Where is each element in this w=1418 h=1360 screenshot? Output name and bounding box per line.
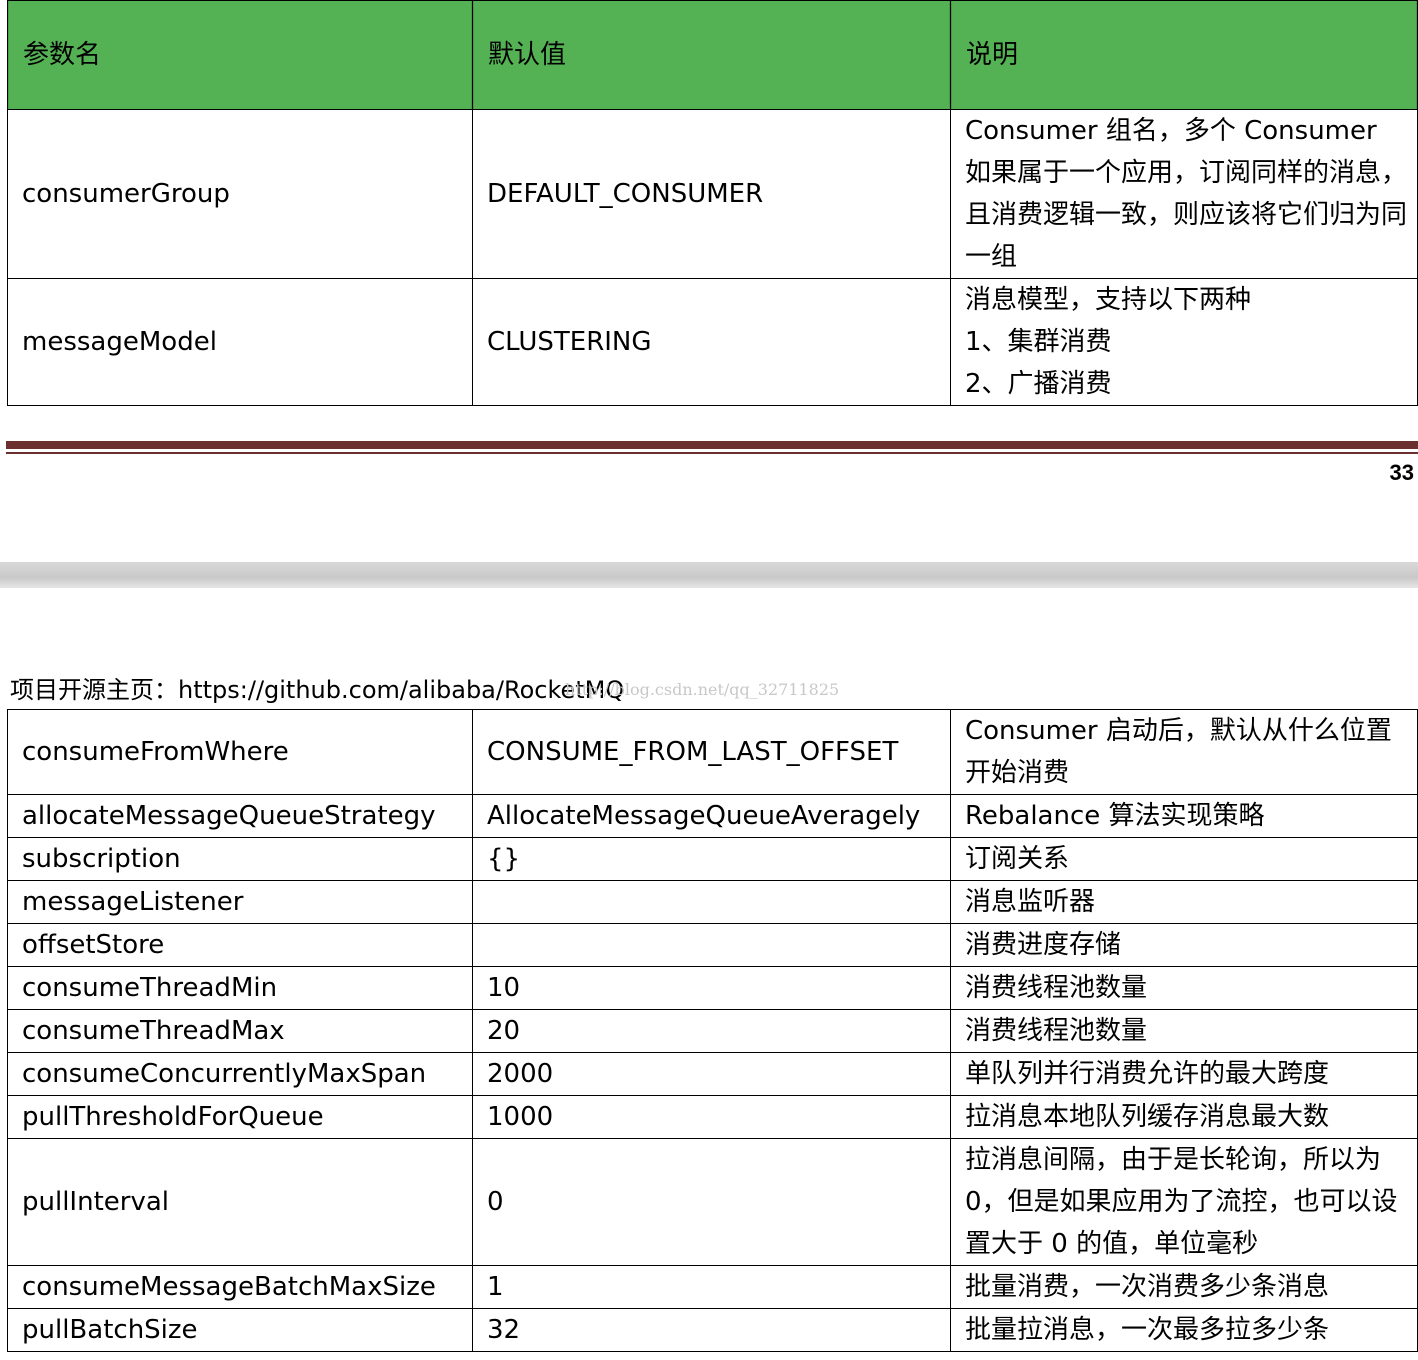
- page-header-project-url: 项目开源主页：https://github.com/alibaba/Rocket…: [10, 676, 625, 704]
- table-row: consumeConcurrentlyMaxSpan 2000 单队列并行消费允…: [7, 1052, 1418, 1096]
- param-name-cell: consumeMessageBatchMaxSize: [7, 1265, 473, 1309]
- header-description: 说明: [950, 0, 1418, 110]
- page-separator: [0, 562, 1418, 588]
- default-value-cell: 20: [472, 1009, 951, 1053]
- default-value-cell: [472, 923, 951, 967]
- header-default-value: 默认值: [472, 0, 951, 110]
- table-row: pullThresholdForQueue 1000 拉消息本地队列缓存消息最大…: [7, 1095, 1418, 1139]
- description-cell: 批量拉消息，一次最多拉多少条: [950, 1308, 1418, 1352]
- param-name-cell: allocateMessageQueueStrategy: [7, 794, 473, 838]
- default-value-cell: 32: [472, 1308, 951, 1352]
- param-name-cell: pullInterval: [7, 1138, 473, 1266]
- description-cell: 消息监听器: [950, 880, 1418, 924]
- table-row: consumeThreadMin 10 消费线程池数量: [7, 966, 1418, 1010]
- param-name-cell: messageListener: [7, 880, 473, 924]
- description-cell: 消费线程池数量: [950, 1009, 1418, 1053]
- description-line: 消息模型，支持以下两种: [965, 285, 1252, 315]
- table-row: consumerGroup DEFAULT_CONSUMER Consumer …: [7, 109, 1418, 279]
- description-cell: Consumer 启动后，默认从什么位置开始消费: [950, 709, 1418, 795]
- table-row: consumeMessageBatchMaxSize 1 批量消费，一次消费多少…: [7, 1265, 1418, 1309]
- default-value-cell: 0: [472, 1138, 951, 1266]
- parameter-table-bottom: consumeFromWhere CONSUME_FROM_LAST_OFFSE…: [7, 709, 1418, 1352]
- description-cell: 订阅关系: [950, 837, 1418, 881]
- description-cell: 消息模型，支持以下两种 1、集群消费 2、广播消费: [950, 278, 1418, 406]
- table-row: subscription {} 订阅关系: [7, 837, 1418, 881]
- default-value-cell: 2000: [472, 1052, 951, 1096]
- description-cell: 单队列并行消费允许的最大跨度: [950, 1052, 1418, 1096]
- table-row: pullInterval 0 拉消息间隔，由于是长轮询，所以为 0，但是如果应用…: [7, 1138, 1418, 1266]
- default-value-cell: AllocateMessageQueueAveragely: [472, 794, 951, 838]
- param-name-cell: offsetStore: [7, 923, 473, 967]
- default-value-cell: 10: [472, 966, 951, 1010]
- param-name-cell: pullThresholdForQueue: [7, 1095, 473, 1139]
- default-value-cell: 1: [472, 1265, 951, 1309]
- default-value-cell: DEFAULT_CONSUMER: [472, 109, 951, 279]
- default-value-cell: CONSUME_FROM_LAST_OFFSET: [472, 709, 951, 795]
- table-row: consumeFromWhere CONSUME_FROM_LAST_OFFSE…: [7, 709, 1418, 795]
- page-footer-rule: [6, 441, 1418, 455]
- default-value-cell: [472, 880, 951, 924]
- table-header-row: 参数名 默认值 说明: [7, 0, 1418, 110]
- description-line: 1、集群消费: [965, 327, 1112, 357]
- description-cell: 消费线程池数量: [950, 966, 1418, 1010]
- default-value-cell: CLUSTERING: [472, 278, 951, 406]
- param-name-cell: subscription: [7, 837, 473, 881]
- param-name-cell: pullBatchSize: [7, 1308, 473, 1352]
- header-param-name: 参数名: [7, 0, 473, 110]
- table-row: consumeThreadMax 20 消费线程池数量: [7, 1009, 1418, 1053]
- table-row: messageModel CLUSTERING 消息模型，支持以下两种 1、集群…: [7, 278, 1418, 406]
- description-cell: Rebalance 算法实现策略: [950, 794, 1418, 838]
- default-value-cell: {}: [472, 837, 951, 881]
- description-cell: Consumer 组名，多个 Consumer 如果属于一个应用，订阅同样的消息…: [950, 109, 1418, 279]
- description-cell: 消费进度存储: [950, 923, 1418, 967]
- page-number: 33: [1389, 460, 1414, 485]
- param-name-cell: messageModel: [7, 278, 473, 406]
- description-cell: 拉消息本地队列缓存消息最大数: [950, 1095, 1418, 1139]
- table-row: messageListener 消息监听器: [7, 880, 1418, 924]
- description-cell: 批量消费，一次消费多少条消息: [950, 1265, 1418, 1309]
- table-row: allocateMessageQueueStrategy AllocateMes…: [7, 794, 1418, 838]
- param-name-cell: consumeConcurrentlyMaxSpan: [7, 1052, 473, 1096]
- parameter-table-top: 参数名 默认值 说明 consumerGroup DEFAULT_CONSUME…: [7, 0, 1418, 406]
- param-name-cell: consumerGroup: [7, 109, 473, 279]
- table-row: offsetStore 消费进度存储: [7, 923, 1418, 967]
- param-name-cell: consumeThreadMax: [7, 1009, 473, 1053]
- param-name-cell: consumeThreadMin: [7, 966, 473, 1010]
- description-cell: 拉消息间隔，由于是长轮询，所以为 0，但是如果应用为了流控，也可以设置大于 0 …: [950, 1138, 1418, 1266]
- default-value-cell: 1000: [472, 1095, 951, 1139]
- watermark: http://blog.csdn.net/qq_32711825: [565, 680, 840, 699]
- table-row: pullBatchSize 32 批量拉消息，一次最多拉多少条: [7, 1308, 1418, 1352]
- param-name-cell: consumeFromWhere: [7, 709, 473, 795]
- description-line: 2、广播消费: [965, 369, 1112, 399]
